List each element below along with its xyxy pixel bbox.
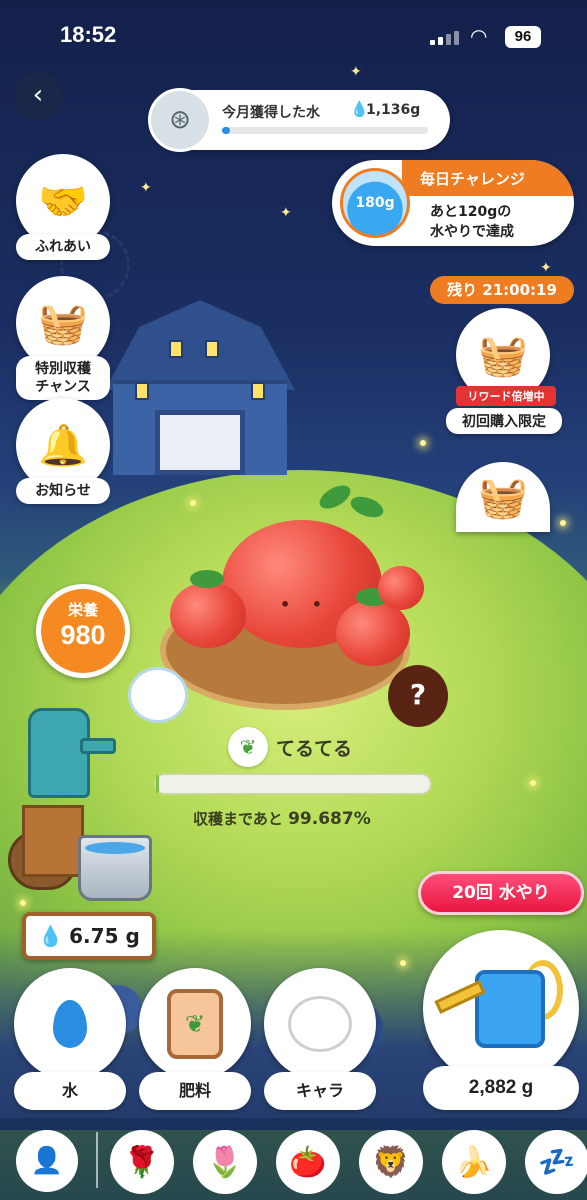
harvest-progress-bar bbox=[154, 773, 432, 795]
lion-icon: 🦁 bbox=[372, 1144, 410, 1180]
dock-item-lion[interactable]: 🦁 bbox=[359, 1130, 423, 1194]
plant-name-row: ❦ てるてる bbox=[228, 727, 352, 767]
barn bbox=[105, 300, 295, 475]
fertilizer-button[interactable]: ❦ 肥料 bbox=[139, 968, 251, 1110]
first-purchase-offer-button[interactable]: 🧺 リワード倍増中 初回購入限定 bbox=[446, 308, 562, 434]
fertilizer-bag-icon: ❦ bbox=[167, 989, 223, 1059]
raccoon-avatar-icon: ⊛ bbox=[148, 88, 212, 152]
firefly bbox=[420, 440, 426, 446]
tomato-leaf bbox=[190, 570, 224, 588]
add-friend-icon: 👤 bbox=[30, 1146, 64, 1176]
special-harvest-line2: チャンス bbox=[35, 379, 91, 395]
status-time: 18:52 bbox=[60, 22, 117, 47]
fertilizer-button-label: 肥料 bbox=[139, 1072, 251, 1110]
brick-stand bbox=[22, 805, 84, 877]
notice-button[interactable]: 🔔 お知らせ bbox=[16, 398, 110, 504]
shop-basket-button[interactable]: 🧺 bbox=[456, 462, 552, 532]
watering-can-value: 2,882 g bbox=[423, 1066, 579, 1110]
watering-can-button[interactable] bbox=[423, 930, 579, 1086]
star-icon: ✦ bbox=[280, 205, 292, 221]
tomato-face: • • bbox=[280, 595, 331, 614]
monthly-water-value: 1,136g bbox=[366, 102, 421, 118]
notice-label: お知らせ bbox=[16, 478, 110, 504]
character-button-label: キャラ bbox=[264, 1072, 376, 1110]
special-harvest-button[interactable]: 🧺 特別収穫 チャンス bbox=[16, 276, 110, 400]
monthly-water-progress bbox=[222, 127, 428, 134]
small-tomato bbox=[170, 582, 246, 648]
nutrition-label: 栄養 bbox=[67, 601, 98, 619]
mystery-character[interactable]: ? bbox=[388, 665, 448, 727]
daily-challenge-title: 毎日チャレンジ bbox=[420, 170, 525, 188]
sprout-icon: ❦ bbox=[228, 727, 268, 767]
daily-challenge-panel[interactable]: 毎日チャレンジ 180g あと120gの 水やりで達成 bbox=[332, 160, 574, 246]
water-button[interactable]: 水 bbox=[14, 968, 126, 1110]
water-20x-button[interactable]: 20回 水やり bbox=[418, 871, 584, 915]
wifi-icon: ◠ bbox=[470, 24, 488, 48]
monthly-water-panel[interactable]: ⊛ 今月獲得した水 💧 1,136g bbox=[148, 88, 450, 152]
handshake-icon: 🤝 bbox=[38, 178, 88, 225]
plant-name: てるてる bbox=[276, 737, 353, 760]
special-harvest-line1: 特別収穫 bbox=[35, 361, 91, 377]
hamster-icon bbox=[288, 996, 352, 1052]
plant-dock: 👤 🌹 🌷 🍅 🦁 🍌 💤 bbox=[0, 1118, 587, 1200]
firefly bbox=[400, 960, 406, 966]
water-button-label: 水 bbox=[14, 1072, 126, 1110]
monthly-water-label: 今月獲得した水 bbox=[222, 105, 320, 121]
chevron-left-icon: ‹ bbox=[32, 80, 44, 110]
sleeping-creature-icon: 💤 bbox=[538, 1144, 576, 1180]
firefly bbox=[530, 780, 536, 786]
shop-basket-icon: 🧺 bbox=[478, 474, 528, 521]
battery-icon: 96 bbox=[505, 26, 541, 48]
fureai-label: ふれあい bbox=[16, 234, 110, 260]
daily-desc-line1: あと120gの bbox=[430, 204, 512, 220]
hamster-character[interactable] bbox=[128, 667, 188, 723]
star-icon: ✦ bbox=[540, 260, 552, 276]
basket-icon: 🧺 bbox=[38, 300, 88, 347]
dock-item-sleeping[interactable]: 💤 bbox=[525, 1130, 587, 1194]
water-owned-display: 💧 6.75 g bbox=[22, 912, 156, 960]
character-button[interactable]: キャラ bbox=[264, 968, 376, 1110]
daily-desc-line2: 水やりで達成 bbox=[430, 224, 514, 240]
banana-icon: 🍌 bbox=[455, 1144, 493, 1180]
rose-icon: 🌹 bbox=[123, 1144, 161, 1180]
firefly bbox=[190, 500, 196, 506]
special-harvest-label: 特別収穫 チャンス bbox=[16, 356, 110, 400]
dock-divider bbox=[96, 1132, 98, 1188]
fureai-button[interactable]: 🤝 ふれあい bbox=[16, 154, 110, 260]
status-bar: 18:52 ◠ 96 bbox=[0, 0, 587, 70]
water-bucket bbox=[78, 835, 152, 901]
harvest-progress-fill bbox=[156, 775, 159, 793]
nutrition-badge[interactable]: 栄養 980 bbox=[36, 584, 130, 678]
dock-item-tomato[interactable]: 🍅 bbox=[276, 1130, 340, 1194]
nutrition-value: 980 bbox=[60, 620, 106, 650]
dock-item-rose[interactable]: 🌹 bbox=[110, 1130, 174, 1194]
first-purchase-label: 初回購入限定 bbox=[446, 408, 562, 434]
bell-icon: 🔔 bbox=[38, 422, 88, 469]
tulip-icon: 🌷 bbox=[206, 1144, 244, 1180]
add-friend-button[interactable]: 👤 bbox=[16, 1130, 78, 1192]
harvest-percent: 99.687% bbox=[288, 809, 371, 829]
reward-double-tag: リワード倍増中 bbox=[456, 386, 556, 406]
firefly bbox=[20, 900, 26, 906]
water-drop-icon: 💧 bbox=[38, 924, 64, 948]
offer-timer: 残り 21:00:19 bbox=[430, 276, 574, 304]
small-tomato bbox=[378, 566, 424, 610]
harvest-progress-text: 収穫まであと 99.687% bbox=[193, 808, 371, 829]
water-drop-icon bbox=[53, 1000, 87, 1048]
dock-item-banana[interactable]: 🍌 bbox=[442, 1130, 506, 1194]
back-button[interactable]: ‹ bbox=[14, 72, 62, 120]
harvest-label: 収穫まであと bbox=[193, 810, 283, 828]
tomato-icon: 🍅 bbox=[289, 1144, 327, 1180]
star-icon: ✦ bbox=[140, 180, 152, 196]
dock-item-tulip[interactable]: 🌷 bbox=[193, 1130, 257, 1194]
daily-challenge-desc: あと120gの 水やりで達成 bbox=[430, 202, 570, 242]
signal-icon bbox=[430, 29, 460, 45]
monthly-water-progress-fill bbox=[222, 127, 231, 134]
gift-basket-icon: 🧺 bbox=[478, 332, 528, 379]
water-owned-value: 6.75 g bbox=[69, 924, 140, 948]
water-jar-icon: 180g bbox=[340, 168, 410, 238]
firefly bbox=[560, 520, 566, 526]
